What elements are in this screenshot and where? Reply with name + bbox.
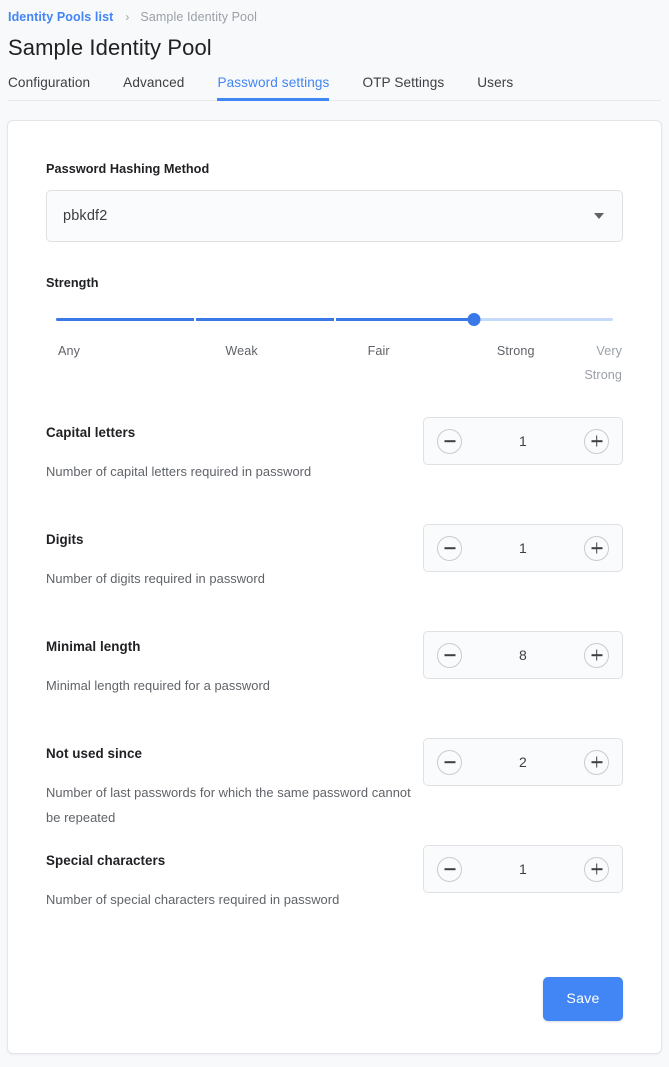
settings-list: Capital letters Number of capital letter… xyxy=(46,403,623,938)
decrement-button[interactable] xyxy=(437,428,462,454)
decrement-button[interactable] xyxy=(437,856,462,882)
page-header: Identity Pools list › Sample Identity Po… xyxy=(0,0,669,101)
password-settings-card: Password Hashing Method pbkdf2 Strength … xyxy=(7,120,662,1054)
strength-slider-thumb[interactable] xyxy=(467,313,481,326)
stepper-value[interactable]: 2 xyxy=(462,754,584,770)
strength-slider-labels: Any Weak Fair Strong Very Strong xyxy=(46,339,623,387)
breadcrumb-current: Sample Identity Pool xyxy=(140,10,258,24)
increment-button[interactable] xyxy=(584,749,609,775)
increment-button[interactable] xyxy=(584,856,609,882)
digits-stepper: 1 xyxy=(423,524,623,572)
password-hashing-method-label: Password Hashing Method xyxy=(46,162,210,176)
hashing-method-selected-value: pbkdf2 xyxy=(63,208,108,224)
special-characters-stepper: 1 xyxy=(423,845,623,893)
chevron-right-icon: › xyxy=(125,10,130,24)
increment-button[interactable] xyxy=(584,642,609,668)
setting-name: Special characters xyxy=(46,853,166,868)
card-footer: Save xyxy=(46,977,623,1021)
setting-row-not-used-since: Not used since Number of last passwords … xyxy=(46,724,623,831)
setting-description: Minimal length required for a password xyxy=(46,678,271,693)
breadcrumb-link-identity-pools-list[interactable]: Identity Pools list xyxy=(8,10,113,24)
decrement-button[interactable] xyxy=(437,642,462,668)
decrement-button[interactable] xyxy=(437,535,462,561)
stepper-value[interactable]: 1 xyxy=(462,433,584,449)
setting-row-special-characters: Special characters Number of special cha… xyxy=(46,831,623,938)
strength-tick-label-strong: Strong xyxy=(496,344,535,358)
breadcrumb: Identity Pools list › Sample Identity Po… xyxy=(8,0,661,28)
tab-configuration[interactable]: Configuration xyxy=(8,75,90,101)
stepper-value[interactable]: 8 xyxy=(462,647,584,663)
strength-tick-label-fair: Fair xyxy=(367,344,390,358)
password-hashing-method-field: pbkdf2 xyxy=(46,190,623,242)
setting-name: Digits xyxy=(46,532,84,547)
setting-row-minimal-length: Minimal length Minimal length required f… xyxy=(46,617,623,724)
hashing-method-select[interactable]: pbkdf2 xyxy=(46,190,623,242)
increment-button[interactable] xyxy=(584,428,609,454)
setting-description: Number of last passwords for which the s… xyxy=(46,785,411,825)
tab-users[interactable]: Users xyxy=(477,75,513,101)
setting-name: Minimal length xyxy=(46,639,141,654)
strength-slider[interactable] xyxy=(46,312,623,328)
strength-tick-label-very-strong: Very Strong xyxy=(584,344,623,382)
tab-advanced[interactable]: Advanced xyxy=(123,75,184,101)
tab-otp-settings[interactable]: OTP Settings xyxy=(362,75,444,101)
decrement-button[interactable] xyxy=(437,749,462,775)
strength-label: Strength xyxy=(46,276,99,290)
setting-row-digits: Digits Number of digits required in pass… xyxy=(46,510,623,617)
strength-tick-label-any: Any xyxy=(58,344,81,358)
setting-text: Not used since Number of last passwords … xyxy=(46,724,423,830)
chevron-down-icon xyxy=(594,213,604,219)
setting-text: Special characters Number of special cha… xyxy=(46,831,423,912)
setting-row-capital-letters: Capital letters Number of capital letter… xyxy=(46,403,623,510)
setting-text: Capital letters Number of capital letter… xyxy=(46,403,423,484)
setting-description: Number of digits required in password xyxy=(46,571,265,586)
increment-button[interactable] xyxy=(584,535,609,561)
minimal-length-stepper: 8 xyxy=(423,631,623,679)
strength-slider-fill xyxy=(56,318,474,321)
tab-password-settings[interactable]: Password settings xyxy=(217,75,330,101)
setting-text: Digits Number of digits required in pass… xyxy=(46,510,423,591)
setting-name: Not used since xyxy=(46,746,142,761)
strength-slider-tick-fair xyxy=(333,317,336,322)
strength-slider-track[interactable] xyxy=(56,312,613,328)
setting-name: Capital letters xyxy=(46,425,136,440)
setting-description: Number of special characters required in… xyxy=(46,892,340,907)
tab-bar: Configuration Advanced Password settings… xyxy=(8,69,661,101)
not-used-since-stepper: 2 xyxy=(423,738,623,786)
page-title: Sample Identity Pool xyxy=(8,35,212,60)
strength-slider-tick-weak xyxy=(194,317,197,322)
setting-text: Minimal length Minimal length required f… xyxy=(46,617,423,698)
setting-description: Number of capital letters required in pa… xyxy=(46,464,312,479)
stepper-value[interactable]: 1 xyxy=(462,861,584,877)
stepper-value[interactable]: 1 xyxy=(462,540,584,556)
strength-tick-label-weak: Weak xyxy=(225,344,258,358)
save-button[interactable]: Save xyxy=(543,977,623,1021)
capital-letters-stepper: 1 xyxy=(423,417,623,465)
